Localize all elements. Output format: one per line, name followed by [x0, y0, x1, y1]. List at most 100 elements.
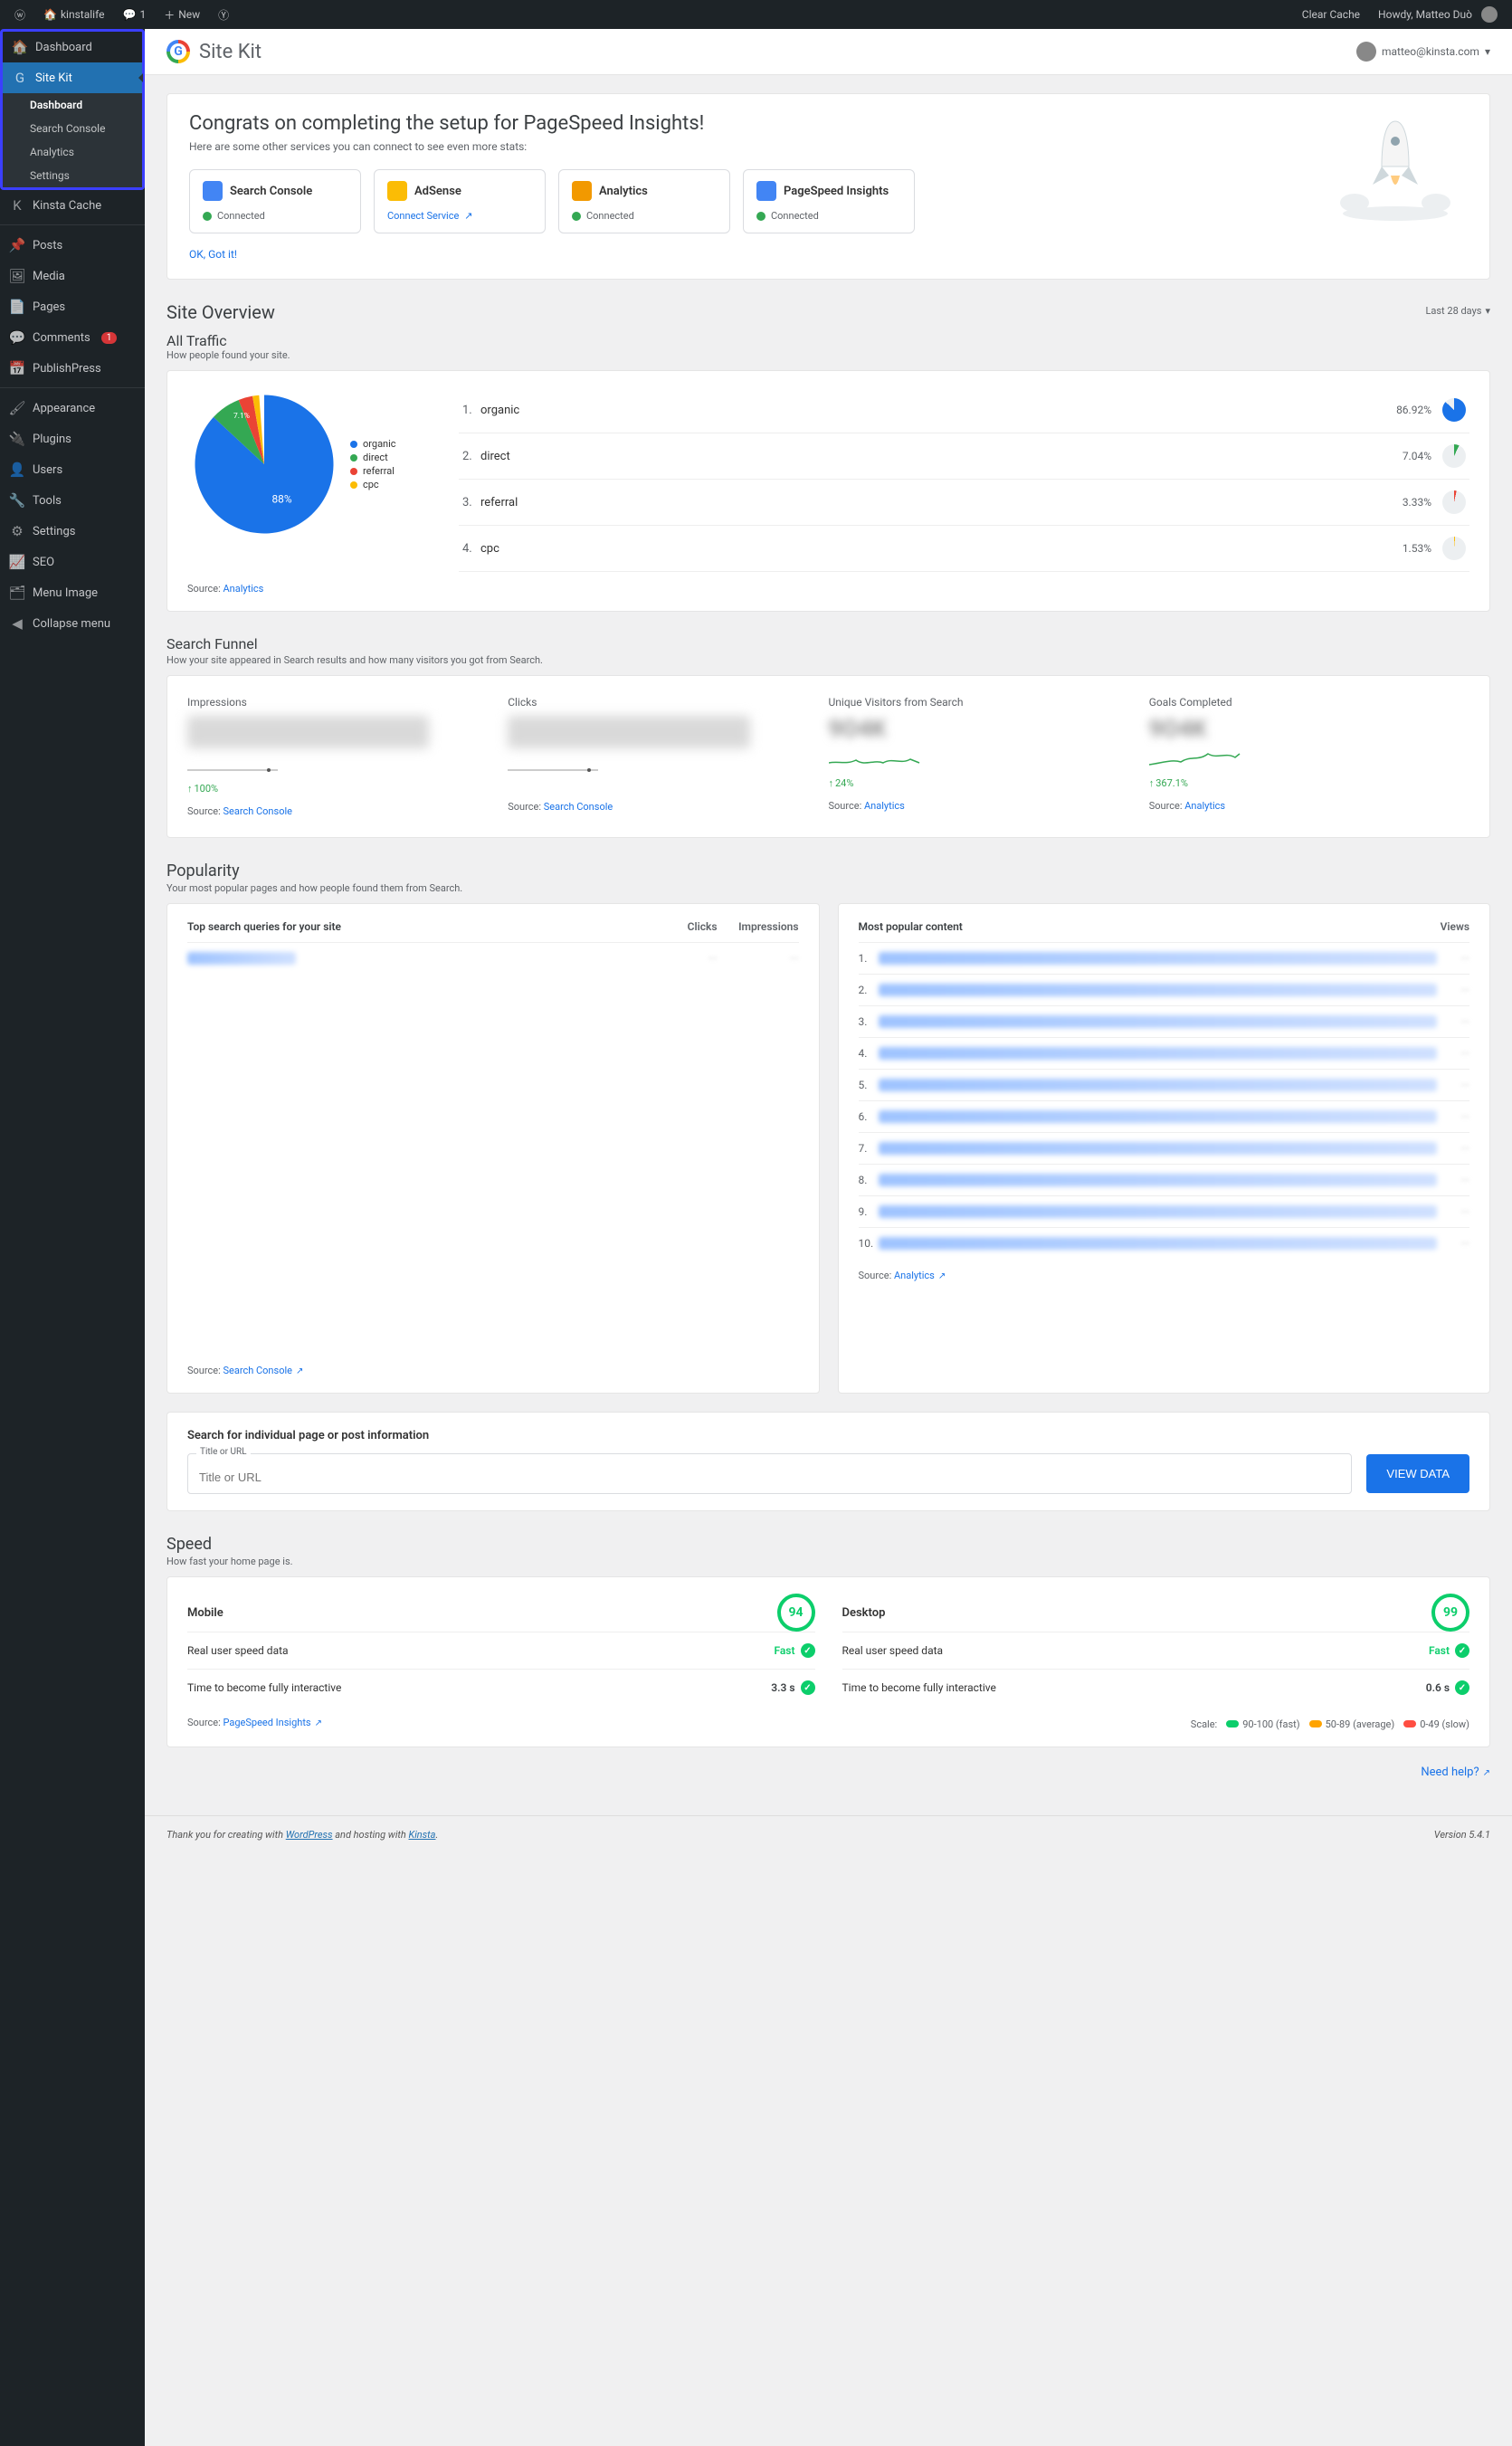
sidebar-item-appearance[interactable]: 🖌Appearance [0, 393, 145, 424]
funnel-source-link[interactable]: Analytics [1184, 800, 1225, 812]
search-heading: Search for individual page or post infor… [187, 1429, 1469, 1442]
service-icon [756, 181, 776, 201]
sidebar-item-collapse[interactable]: ◀Collapse menu [0, 608, 145, 639]
congrats-panel: Congrats on completing the setup for Pag… [166, 93, 1490, 280]
funnel-source-link[interactable]: Search Console [223, 805, 291, 817]
sidebar-item-label: Menu Image [33, 586, 98, 600]
congrats-subtitle: Here are some other services you can con… [189, 140, 1296, 153]
submenu-item[interactable]: Analytics [3, 140, 142, 164]
new-content[interactable]: ＋ New [157, 0, 207, 29]
traffic-pie-chart: 88%7.1% [187, 387, 341, 541]
funnel-title: Search Funnel [166, 635, 1490, 652]
funnel-source-link[interactable]: Analytics [864, 800, 905, 812]
date-range-selector[interactable]: Last 28 days▾ [1425, 305, 1490, 317]
yoast-icon[interactable]: Ⓨ [211, 0, 236, 29]
plugins-icon: 🔌 [9, 431, 25, 447]
content-row: 8.··· [859, 1164, 1470, 1195]
sidebar-item-settings[interactable]: ⚙Settings [0, 516, 145, 547]
all-traffic-title: All Traffic [166, 332, 1490, 349]
speed-desktop: Desktop99 Real user speed dataFast✓ Time… [842, 1594, 1470, 1730]
source-psi-link[interactable]: PageSpeed Insights [223, 1717, 322, 1728]
sidebar-item-label: Posts [33, 239, 62, 252]
media-icon: 🖼 [9, 268, 25, 284]
service-icon [387, 181, 407, 201]
comments-icon: 💬 [9, 329, 25, 346]
search-label: Title or URL [196, 1447, 251, 1457]
content-row: 7.··· [859, 1132, 1470, 1164]
connect-service-link[interactable]: Connect Service [387, 210, 459, 222]
sidebar-item-kinsta[interactable]: KKinsta Cache [0, 190, 145, 221]
wordpress-link[interactable]: WordPress [286, 1829, 333, 1841]
sitekit-logo: G Site Kit [166, 40, 262, 63]
sidebar-item-label: Site Kit [35, 71, 72, 85]
traffic-table: 1.organic86.92%2.direct7.04%3.referral3.… [459, 387, 1469, 572]
users-icon: 👤 [9, 462, 25, 478]
wp-logo[interactable]: ⓦ [7, 0, 33, 29]
source-search-console-link[interactable]: Search Console [223, 1365, 303, 1376]
source-analytics-link[interactable]: Analytics [223, 583, 263, 595]
seo-icon: 📈 [9, 554, 25, 570]
comments-bubble[interactable]: 💬 1 [115, 0, 153, 29]
content-row: 6.··· [859, 1100, 1470, 1132]
mini-pie-icon [1442, 444, 1466, 468]
sidebar-item-label: Tools [33, 494, 62, 508]
submenu-item[interactable]: Search Console [3, 117, 142, 140]
howdy-user[interactable]: Howdy, Matteo Duò [1371, 0, 1505, 29]
kinsta-link[interactable]: Kinsta [409, 1829, 436, 1841]
service-icon [572, 181, 592, 201]
content-row: 3.··· [859, 1005, 1470, 1037]
content-row: 2.··· [859, 974, 1470, 1005]
content-row: 10.··· [859, 1227, 1470, 1259]
sidebar-item-label: Comments [33, 331, 90, 345]
submenu-item[interactable]: Dashboard [3, 93, 142, 117]
sidebar-item-sitekit[interactable]: GSite Kit [3, 62, 142, 93]
sidebar-item-label: Dashboard [35, 41, 92, 54]
sidebar-item-media[interactable]: 🖼 Media [0, 261, 145, 291]
sidebar-item-tools[interactable]: 🔧Tools [0, 485, 145, 516]
traffic-row: 2.direct7.04% [459, 433, 1469, 480]
traffic-card: 88%7.1% organicdirectreferralcpc 1.organ… [166, 370, 1490, 612]
need-help-link[interactable]: Need help? [1421, 1765, 1490, 1779]
sidebar-item-plugins[interactable]: 🔌Plugins [0, 424, 145, 454]
sidebar-item-posts[interactable]: 📌Posts [0, 230, 145, 261]
sidebar-item-dashboard[interactable]: 🏠 Dashboard [3, 32, 142, 62]
sidebar-item-comments[interactable]: 💬Comments1 [0, 322, 145, 353]
pie-legend: organicdirectreferralcpc [350, 436, 396, 492]
service-card: AnalyticsConnected [558, 169, 730, 233]
source-analytics-link[interactable]: Analytics [894, 1270, 946, 1281]
user-chip[interactable]: matteo@kinsta.com ▾ [1356, 42, 1490, 62]
sidebar-item-label: Media [33, 270, 65, 283]
check-icon [756, 212, 766, 221]
avatar-icon [1356, 42, 1376, 62]
sidebar-item-pages[interactable]: 📄Pages [0, 291, 145, 322]
service-card: Search ConsoleConnected [189, 169, 361, 233]
funnel-sub: How your site appeared in Search results… [166, 654, 1490, 666]
clear-cache[interactable]: Clear Cache [1295, 0, 1367, 29]
sidebar-item-users[interactable]: 👤Users [0, 454, 145, 485]
congrats-title: Congrats on completing the setup for Pag… [189, 112, 1296, 135]
view-data-button[interactable]: VIEW DATA [1366, 1454, 1469, 1493]
speed-scale: Scale: 90-100 (fast) 50-89 (average) 0-4… [842, 1718, 1470, 1730]
menuimage-icon: 🗂 [9, 585, 25, 601]
sidebar-item-menuimage[interactable]: 🗂 Menu Image [0, 577, 145, 608]
settings-icon: ⚙ [9, 523, 25, 539]
site-link[interactable]: 🏠 kinstalife [36, 0, 111, 29]
content-area: G Site Kit matteo@kinsta.com ▾ Congrats … [145, 29, 1512, 2446]
traffic-row: 3.referral3.33% [459, 480, 1469, 526]
pages-icon: 📄 [9, 299, 25, 315]
popularity-title: Popularity [166, 861, 1490, 880]
content-row: 4.··· [859, 1037, 1470, 1069]
speed-card: Mobile94 Real user speed dataFast✓ Time … [166, 1576, 1490, 1747]
submenu-item[interactable]: Settings [3, 164, 142, 187]
ok-got-it-button[interactable]: OK, Got it! [189, 248, 1296, 261]
dashboard-icon: 🏠 [12, 39, 28, 55]
funnel-source-link[interactable]: Search Console [544, 801, 613, 813]
wp-footer: Thank you for creating with WordPress an… [145, 1815, 1512, 1853]
sidebar-item-seo[interactable]: 📈SEO [0, 547, 145, 577]
overview-title: Site Overview [166, 301, 275, 323]
mini-pie-icon [1442, 490, 1466, 514]
speed-mobile: Mobile94 Real user speed dataFast✓ Time … [187, 1594, 815, 1730]
rocket-illustration [1323, 112, 1468, 221]
page-search-input[interactable] [187, 1453, 1352, 1494]
sidebar-item-publishpress[interactable]: 📅PublishPress [0, 353, 145, 384]
